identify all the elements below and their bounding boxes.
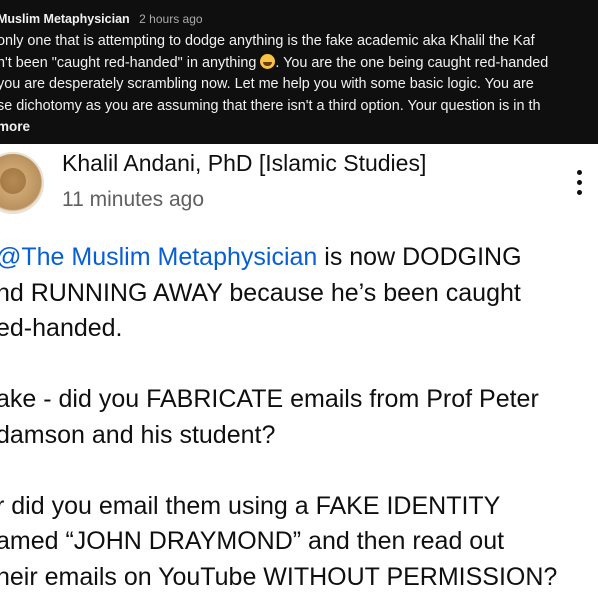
comment-line-part: is now DODGING: [317, 243, 522, 271]
comment-line: ed-handed.: [0, 314, 123, 342]
comment-author[interactable]: Khalil Andani, PhD [Islamic Studies]: [62, 150, 426, 177]
previous-comment-line: n't been "caught red-handed" in anything…: [0, 53, 598, 75]
comment-line: damson and his student?: [0, 420, 276, 449]
previous-comment-header: Muslim Metaphysician 2 hours ago: [0, 10, 598, 28]
previous-comment-line: only one that is attempting to dodge any…: [0, 33, 535, 49]
previous-comment-time[interactable]: 2 hours ago: [139, 12, 202, 26]
previous-comment-text: only one that is attempting to dodge any…: [0, 31, 598, 117]
more-options-dot: [577, 180, 582, 185]
previous-comment-line: you are desperately scrambling now. Let …: [0, 76, 534, 92]
previous-comment-author[interactable]: Muslim Metaphysician: [0, 12, 130, 26]
comment-line: ake - did you FABRICATE emails from Prof…: [0, 385, 539, 413]
previous-comment: Muslim Metaphysician 2 hours ago only on…: [0, 0, 598, 144]
avatar[interactable]: [0, 152, 44, 214]
comment-line: r did you email them using a FAKE IDENTI…: [0, 491, 501, 520]
mention-link[interactable]: @The Muslim Metaphysician: [0, 243, 317, 271]
comment-line: amed “JOHN DRAYMOND” and then read out: [0, 527, 505, 555]
read-more-link[interactable]: more: [0, 119, 598, 134]
comment-line: heir emails on YouTube WITHOUT PERMISSIO…: [0, 562, 558, 591]
comment-line: nd RUNNING AWAY because he’s been caught: [0, 278, 521, 307]
more-options-dot: [577, 170, 582, 175]
comment-time[interactable]: 11 minutes ago: [62, 188, 204, 212]
comment-text: @The Muslim Metaphysician is now DODGING…: [0, 240, 598, 595]
previous-comment-line: se dichotomy as you are assuming that th…: [0, 97, 541, 114]
laughing-face-icon: [260, 53, 276, 69]
previous-comment-line-part: . You are the one being caught red-hande…: [275, 54, 549, 71]
comment-line: @The Muslim Metaphysician is now DODGING: [0, 240, 598, 276]
more-options-dot: [577, 190, 582, 195]
previous-comment-line-part: n't been "caught red-handed" in anything: [0, 54, 257, 71]
more-options-icon[interactable]: [566, 168, 592, 198]
